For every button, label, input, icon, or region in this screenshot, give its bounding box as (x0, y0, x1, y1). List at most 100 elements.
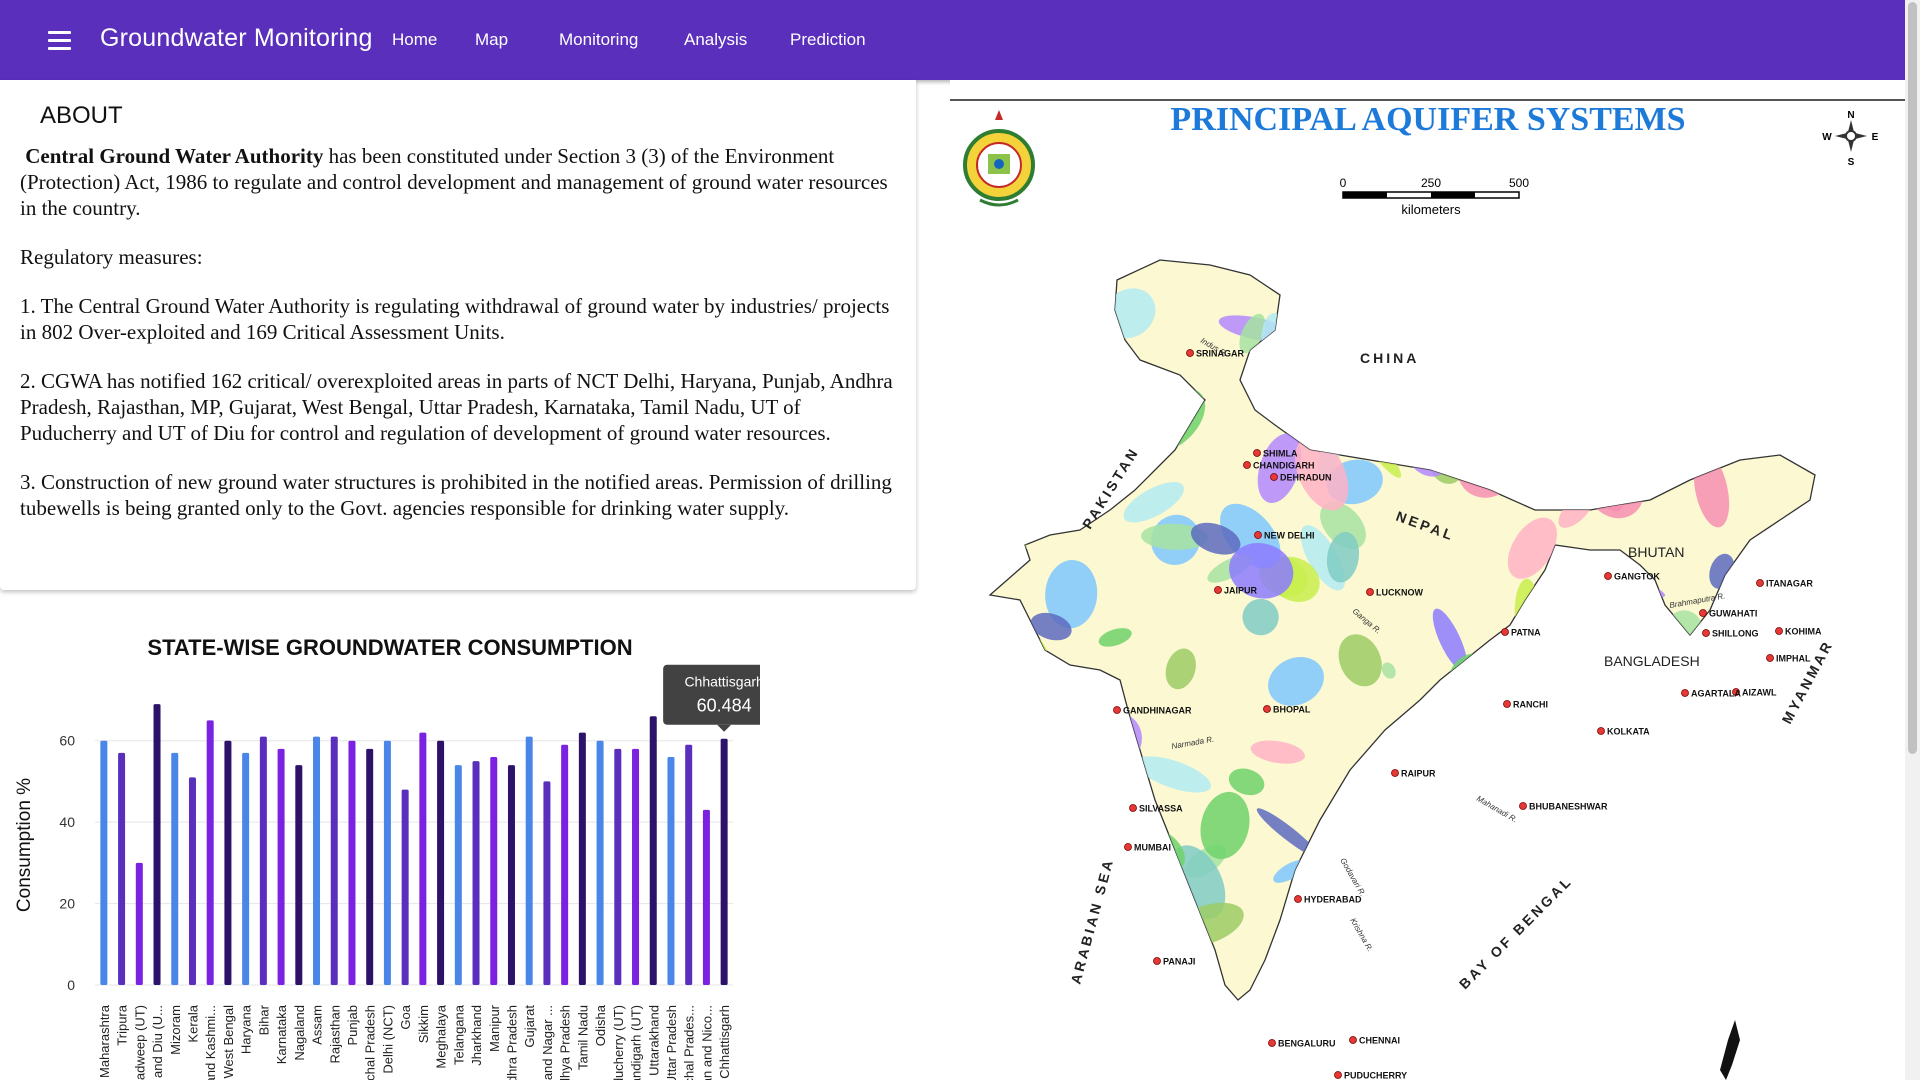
aquifer-zone (1683, 273, 1704, 303)
city-dot (1294, 895, 1302, 903)
bar (649, 716, 657, 985)
nav-prediction[interactable]: Prediction (790, 30, 866, 50)
city-dot (1334, 1071, 1342, 1079)
aquifer-zone (1660, 751, 1713, 808)
x-tick-label: Tripura (115, 1004, 130, 1045)
scale-unit: kilometers (1401, 202, 1461, 217)
aquifer-zone (1515, 260, 1575, 296)
x-tick-label: Rajasthan (327, 1005, 342, 1064)
scrollbar-thumb[interactable] (1908, 2, 1917, 754)
city-label: DEHRADUN (1280, 473, 1332, 483)
city-label: RANCHI (1513, 700, 1548, 710)
city-label: MUMBAI (1134, 843, 1171, 853)
city-dot (1124, 843, 1132, 851)
bar (578, 732, 586, 985)
x-tick-label: Karnataka (274, 1004, 289, 1064)
scale-label-0: 0 (1340, 176, 1347, 190)
city-label: NEW DELHI (1264, 531, 1315, 541)
city-label: PUDUCHERRY (1344, 1071, 1407, 1081)
compass-n: N (1847, 110, 1854, 121)
label-bangladesh: BANGLADESH (1604, 653, 1700, 669)
bar (561, 744, 569, 985)
aquifer-zone (1011, 425, 1087, 462)
aquifer-zone (1019, 957, 1047, 983)
city-label: KOLKATA (1607, 727, 1650, 737)
menu-icon[interactable] (42, 28, 76, 54)
aquifer-zone (1760, 414, 1783, 435)
about-text: Central Ground Water Authority has been … (20, 143, 900, 544)
aquifer-zone (1622, 784, 1666, 829)
aquifer-zone (1078, 319, 1119, 367)
aquifer-zone (1627, 864, 1706, 894)
bar (242, 752, 250, 985)
city-label: SHILLONG (1712, 629, 1759, 639)
app-title: Groundwater Monitoring (100, 24, 373, 52)
city-dot (1766, 654, 1774, 662)
x-tick-label: Lakshadweep (UT) (132, 1005, 147, 1080)
nav-home[interactable]: Home (392, 30, 437, 50)
chart-title: STATE-WISE GROUNDWATER CONSUMPTION (147, 635, 632, 660)
x-tick-label: West Bengal (221, 1005, 236, 1079)
bar (490, 757, 498, 985)
compass-e: E (1872, 132, 1879, 143)
cgwa-emblem-icon (963, 110, 1035, 207)
city-dot (1519, 802, 1527, 810)
aquifer-map: PRINCIPAL AQUIFER SYSTEMS 0 250 500 kilo… (963, 101, 1879, 1081)
page-scrollbar[interactable] (1905, 0, 1920, 1080)
city-dot (1391, 769, 1399, 777)
aquifer-zone (1421, 263, 1464, 293)
aquifer-zone (1758, 406, 1815, 455)
aquifer-zone (1476, 733, 1518, 780)
bar (419, 732, 427, 985)
city-label: PANAJI (1163, 957, 1195, 967)
city-label: GUWAHATI (1709, 609, 1757, 619)
compass-icon: N E S W (1822, 110, 1878, 168)
map-top-rule (950, 99, 1905, 101)
city-label: PATNA (1511, 628, 1541, 638)
aquifer-zone (1630, 779, 1684, 817)
aquifer-zone (1714, 938, 1735, 960)
city-label: BHOPAL (1273, 705, 1311, 715)
x-tick-label: Daman and Diu (U... (150, 1005, 165, 1080)
bar (525, 736, 533, 985)
aquifer-zone (1420, 260, 1443, 300)
bar (259, 736, 267, 985)
x-tick-label: Jharkhand (469, 1005, 484, 1066)
consumption-chart: STATE-WISE GROUNDWATER CONSUMPTION 0 20 40 6… (14, 635, 786, 1085)
bar (313, 736, 321, 985)
x-tick-label: Meghalaya (434, 1004, 449, 1068)
city-label: ITANAGAR (1766, 579, 1813, 589)
aquifer-zone (1647, 282, 1703, 337)
bar (596, 740, 604, 985)
aquifer-zone (1032, 377, 1062, 433)
measure-1: 1. The Central Ground Water Authority is… (20, 294, 890, 344)
scale-label-500: 500 (1509, 176, 1529, 190)
aquifer-zone (1644, 371, 1662, 400)
x-tick-label: Mizoram (168, 1005, 183, 1055)
city-label: RAIPUR (1401, 769, 1436, 779)
aquifer-zone (1723, 750, 1775, 825)
measures-heading: Regulatory measures: (20, 245, 203, 269)
city-dot (1597, 727, 1605, 735)
aquifer-zone (990, 800, 1017, 865)
aquifer-zone (1788, 306, 1815, 355)
aquifer-zone (1604, 398, 1647, 421)
bar (543, 781, 551, 985)
aquifer-zone (1746, 783, 1815, 844)
tooltip-arrow (717, 724, 732, 732)
nav-analysis[interactable]: Analysis (684, 30, 747, 50)
label-bay-of-bengal: BAY OF BENGAL (1456, 872, 1576, 992)
nav-monitoring[interactable]: Monitoring (559, 30, 638, 50)
bar (702, 809, 710, 985)
aquifer-zone (1398, 830, 1431, 867)
nav-map[interactable]: Map (475, 30, 508, 50)
city-label: BHUBANESHWAR (1529, 802, 1608, 812)
aquifer-zone (1746, 393, 1773, 409)
aquifer-zone (1752, 827, 1795, 870)
label-china: CHINA (1360, 350, 1419, 366)
city-dot (1270, 473, 1278, 481)
aquifer-zone (1551, 741, 1569, 788)
aquifer-zone (1591, 838, 1616, 905)
label-arabian-sea: ARABIAN SEA (1067, 856, 1116, 986)
city-dot (1263, 705, 1271, 713)
